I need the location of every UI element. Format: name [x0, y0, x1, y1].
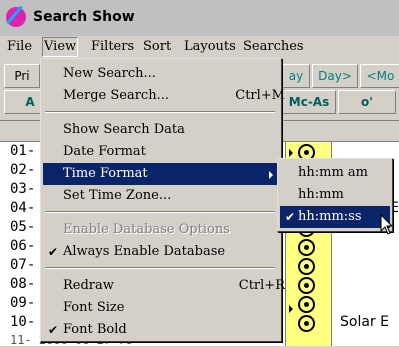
shortcut-label: Ctrl+R	[238, 278, 285, 293]
menu-item-hhmm-am[interactable]: hh:mm am	[280, 162, 390, 184]
menu-item-font-size[interactable]: Font Size	[43, 297, 299, 319]
menu-item-new-search[interactable]: New Search...	[43, 63, 299, 85]
checkmark-icon: ✔	[48, 323, 59, 337]
checkmark-icon: ✔	[285, 210, 296, 224]
menu-item-redraw[interactable]: Redraw Ctrl+R	[43, 275, 299, 297]
sun-symbol-icon	[298, 296, 315, 313]
menu-item-time-format[interactable]: Time Format	[43, 163, 279, 185]
menu-item-set-time-zone[interactable]: Set Time Zone...	[43, 185, 299, 207]
menu-sort[interactable]: Sort	[142, 38, 172, 56]
menu-filters[interactable]: Filters	[90, 38, 135, 56]
menu-item-enable-database-options: Enable Database Options	[63, 222, 230, 237]
menu-item-always-enable-database[interactable]: ✔ Always Enable Database	[43, 241, 299, 263]
sun-symbol-icon	[298, 239, 315, 256]
menu-separator	[45, 267, 275, 269]
row-number: 03-	[10, 181, 36, 197]
menu-item-date-format[interactable]: Date Format	[43, 141, 299, 163]
menu-layouts[interactable]: Layouts	[183, 38, 237, 56]
menu-bar: File View Filters Sort Layouts Searches	[0, 36, 399, 58]
event-text: Solar E	[340, 314, 389, 330]
title-bar: Search Show	[0, 0, 399, 37]
sun-symbol-icon	[298, 258, 315, 275]
menu-item-hhmm[interactable]: hh:mm	[280, 184, 390, 206]
sun-symbol-icon	[298, 315, 315, 332]
row-number: 10-	[10, 314, 36, 330]
menu-item-merge-search[interactable]: Merge Search... Ctrl+M	[43, 85, 299, 107]
row-number: 08-	[10, 276, 36, 292]
row-number: 07-	[10, 257, 36, 273]
row-number: 06-	[10, 238, 36, 254]
aspect-button[interactable]: o'	[338, 90, 396, 114]
menu-item-show-search-data[interactable]: Show Search Data	[43, 119, 299, 141]
submenu-arrow-icon	[289, 149, 293, 157]
next-day-button[interactable]: Day>	[312, 64, 358, 88]
menu-file[interactable]: File	[6, 38, 33, 56]
row-number: 02-	[10, 162, 36, 178]
menu-item-font-bold[interactable]: ✔ Font Bold	[43, 319, 299, 341]
shortcut-label: Ctrl+M	[235, 88, 285, 103]
time-format-submenu: hh:mm am hh:mm ✔ hh:mm:ss	[277, 158, 393, 232]
checkmark-icon: ✔	[48, 245, 59, 259]
mouse-cursor-icon	[380, 214, 394, 235]
submenu-arrow-icon	[289, 305, 293, 313]
menu-separator	[45, 111, 275, 113]
prev-month-button[interactable]: <Mo	[360, 64, 399, 88]
app-icon	[6, 7, 26, 27]
row-number: 09-	[10, 295, 36, 311]
menu-searches[interactable]: Searches	[242, 38, 305, 56]
submenu-arrow-icon	[269, 171, 273, 179]
view-menu: New Search... Merge Search... Ctrl+M Sho…	[40, 58, 293, 342]
prev-button[interactable]: Pri	[4, 64, 40, 88]
row-number: 05-	[10, 219, 36, 235]
row-number: 01-	[10, 143, 36, 159]
menu-view[interactable]: View	[42, 37, 79, 57]
menu-item-hhmmss[interactable]: ✔ hh:mm:ss	[280, 206, 390, 228]
row-number: 04-	[10, 200, 36, 216]
window-title: Search Show	[33, 9, 135, 25]
sun-symbol-icon	[298, 277, 315, 294]
menu-separator	[45, 211, 275, 213]
